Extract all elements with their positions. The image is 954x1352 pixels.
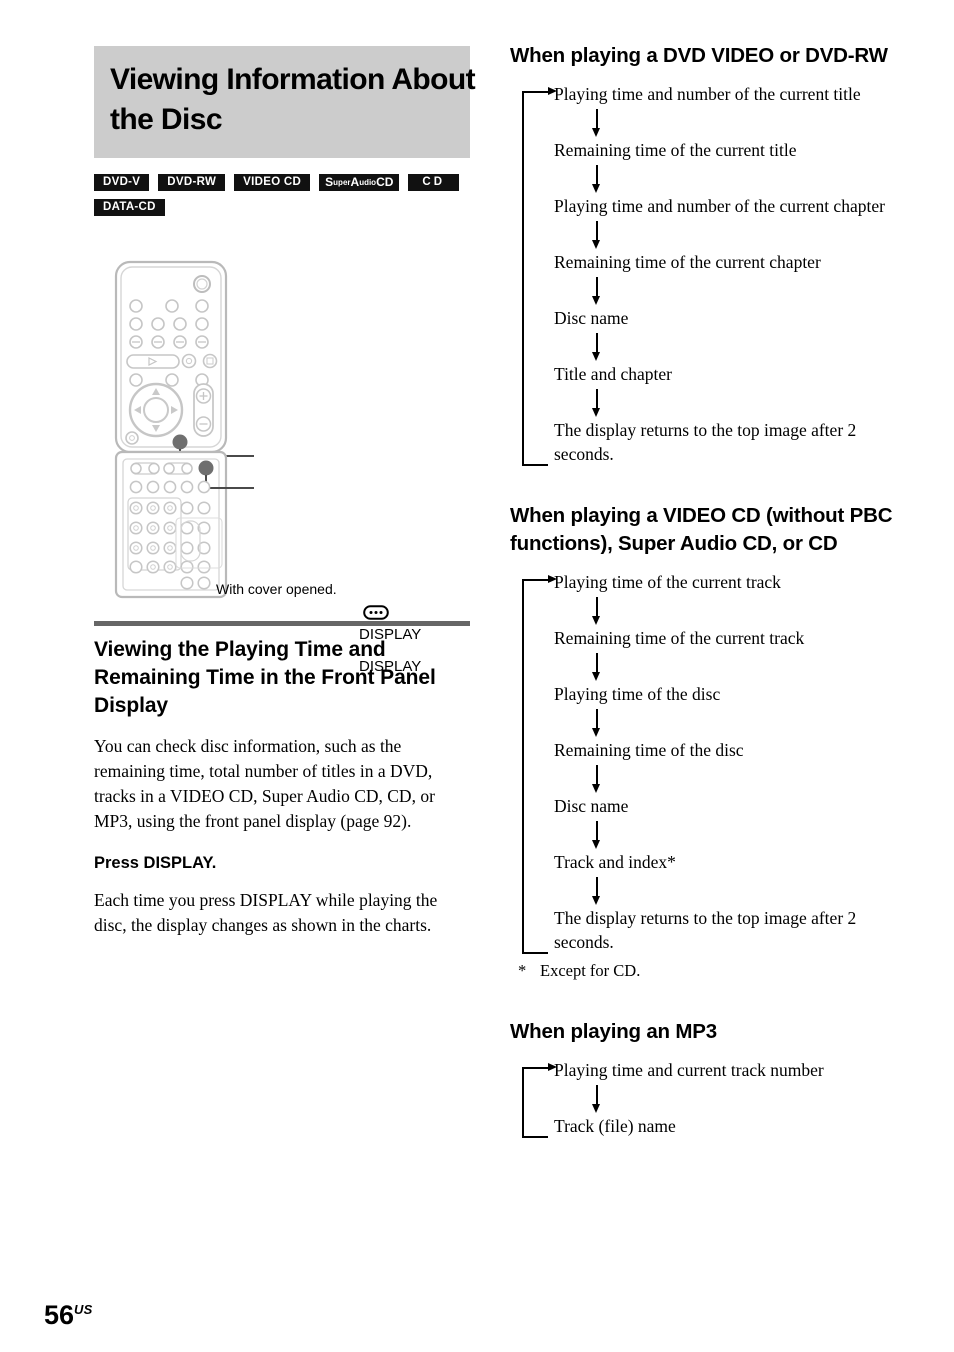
sacd-cd: CD	[376, 175, 394, 189]
footnote-except-for-cd: * Except for CD.	[510, 960, 900, 982]
flow-step: Playing time and current track number	[554, 1060, 824, 1080]
rail-top-segment	[522, 91, 550, 93]
flow-step: The display returns to the top image aft…	[554, 420, 857, 464]
disc-badge-dvd-v: DVD-V	[94, 174, 150, 191]
flow-step: Remaining time of the current chapter	[554, 252, 821, 272]
footnote-mark: *	[518, 961, 527, 980]
disc-badge-dvd-rw: DVD-RW	[158, 174, 226, 191]
rail-bottom-segment	[522, 464, 548, 466]
rail-bottom-segment	[522, 1136, 548, 1138]
sacd-udio: udio	[359, 178, 377, 187]
remote-control-illustration	[114, 260, 254, 599]
left-section-paragraph-1: You can check disc information, such as …	[94, 736, 435, 831]
flow-loop-rail	[522, 1063, 557, 1138]
down-arrow-icon	[592, 706, 900, 738]
flow-loop-rail	[522, 87, 557, 466]
left-section-heading: Viewing the Playing Time and Remaining T…	[94, 638, 436, 717]
callout-label-display-bottom: DISPLAY	[359, 658, 422, 675]
page-number: 56	[44, 1300, 75, 1330]
flow-step: Disc name	[554, 308, 629, 328]
flow-step: Remaining time of the disc	[554, 740, 744, 760]
sacd-uper: uper	[333, 178, 351, 187]
flow-step: Disc name	[554, 796, 629, 816]
down-arrow-icon	[592, 1082, 900, 1114]
flow-step: Remaining time of the current track	[554, 628, 805, 648]
flow-chart-mp3: Playing time and current track number Tr…	[510, 1058, 900, 1138]
rail-top-segment	[522, 579, 550, 581]
left-column: Viewing Information About the Disc DVD-V…	[94, 46, 476, 938]
down-arrow-icon	[592, 218, 900, 250]
down-arrow-icon	[592, 330, 900, 362]
flow-step: Track and index*	[554, 852, 676, 872]
flow-step: Track (file) name	[554, 1116, 676, 1136]
flow-step: Remaining time of the current title	[554, 140, 797, 160]
rail-vertical	[522, 1067, 524, 1138]
page-title-block: Viewing Information About the Disc	[94, 46, 476, 158]
sacd-a: A	[350, 175, 360, 189]
rail-top-segment	[522, 1067, 550, 1069]
callout-label-display-top: DISPLAY	[359, 626, 422, 643]
sacd-s: S	[325, 175, 334, 189]
rail-bottom-segment	[522, 952, 548, 954]
disc-type-badges: DVD-V DVD-RW VIDEO CD Super Audio CD CD DA…	[94, 174, 470, 216]
flow-step: Playing time of the current track	[554, 572, 781, 592]
down-arrow-icon	[592, 762, 900, 794]
rail-vertical	[522, 579, 524, 954]
disc-badge-row-2: DATA-CD	[94, 199, 470, 216]
down-arrow-icon	[592, 874, 900, 906]
flow-step: Playing time and number of the current t…	[554, 84, 861, 104]
flow-step: Playing time and number of the current c…	[554, 196, 885, 216]
figure-caption: With cover opened.	[216, 581, 337, 597]
section-heading-dvd-video-dvd-rw: When playing a DVD VIDEO or DVD-RW	[510, 44, 888, 67]
disc-badge-cd: CD	[408, 174, 460, 191]
section-heading-mp3: When playing an MP3	[510, 1020, 717, 1043]
page-title-line-2: the Disc	[110, 103, 223, 136]
down-arrow-icon	[592, 274, 900, 306]
flow-step: Playing time of the disc	[554, 684, 721, 704]
down-arrow-icon	[592, 106, 900, 138]
disc-badge-row-1: DVD-V DVD-RW VIDEO CD Super Audio CD CD	[94, 174, 470, 191]
flow-step: The display returns to the top image aft…	[554, 908, 857, 952]
down-arrow-icon	[592, 386, 900, 418]
disc-badge-super-audio-cd: Super Audio CD	[319, 174, 400, 191]
disc-badge-video-cd: VIDEO CD	[234, 174, 311, 191]
down-arrow-icon	[592, 594, 900, 626]
disc-badge-data-cd: DATA-CD	[94, 199, 165, 216]
remote-control-figure: DISPLAY DISPLAY With cover opened.	[94, 256, 470, 675]
rail-vertical	[522, 91, 524, 466]
section-heading-video-cd-sacd-cd: When playing a VIDEO CD (without PBC fun…	[510, 504, 893, 555]
page-region-suffix: US	[74, 1302, 93, 1317]
left-section-bold-lead: Press DISPLAY.	[94, 854, 217, 872]
display-button-icon	[363, 605, 389, 625]
down-arrow-icon	[592, 818, 900, 850]
flow-step: Title and chapter	[554, 364, 672, 384]
flow-chart-dvd-video-dvd-rw: Playing time and number of the current t…	[510, 82, 900, 466]
flow-chart-video-cd-sacd-cd: Playing time of the current track Remain…	[510, 570, 900, 954]
right-column: When playing a DVD VIDEO or DVD-RW Playi…	[510, 42, 900, 1138]
left-section-paragraph-2: Each time you press DISPLAY while playin…	[94, 890, 438, 935]
flow-loop-rail	[522, 575, 557, 954]
down-arrow-icon	[592, 162, 900, 194]
footnote-text: Except for CD.	[540, 961, 641, 980]
page-number-footer: 56US	[44, 1295, 93, 1330]
page-title-line-1: Viewing Information About	[110, 63, 476, 96]
down-arrow-icon	[592, 650, 900, 682]
